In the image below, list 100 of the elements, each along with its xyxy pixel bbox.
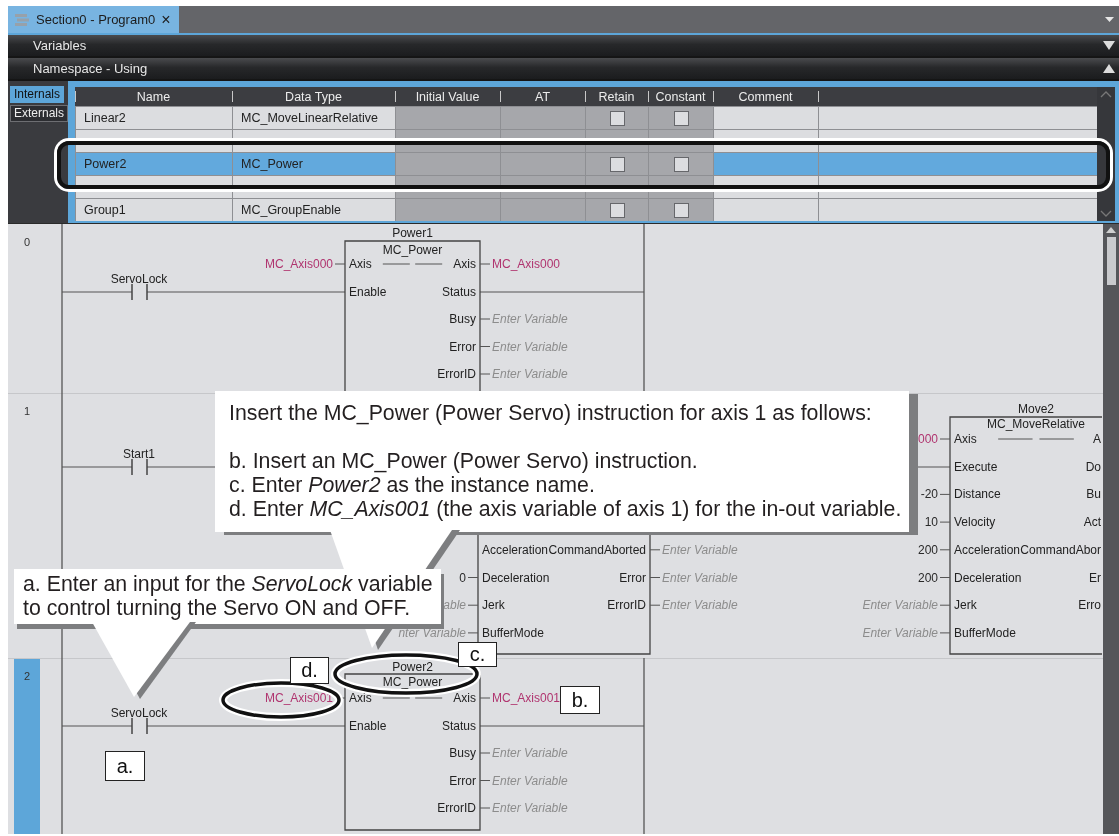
checkbox[interactable] — [609, 110, 625, 126]
pin-label: Execute — [954, 459, 998, 474]
checkbox[interactable] — [609, 202, 625, 218]
pin-value: -20 — [920, 487, 938, 502]
pin-line — [649, 604, 661, 606]
pin-line — [479, 346, 491, 347]
table-row[interactable]: Group1 MC_GroupEnable — [75, 198, 1097, 221]
contact-symbol — [131, 717, 148, 735]
pin-label: Axis — [349, 257, 372, 271]
close-button[interactable]: × — [161, 11, 171, 28]
table-cell: Linear2 — [75, 107, 232, 129]
pin-label: Act — [1083, 515, 1101, 530]
pin-label: BufferMode — [954, 625, 1016, 640]
section-header[interactable]: Variables — [8, 35, 1119, 56]
block-instance-name: Move2 — [1018, 402, 1054, 416]
inout-line — [382, 263, 411, 265]
table-cell: MC_MoveLinearRelative — [232, 107, 395, 129]
pin-line — [649, 577, 661, 578]
pin-label: Erro — [1078, 598, 1101, 613]
table-row[interactable]: Power2 MC_Power — [75, 152, 1097, 175]
block-type-name: MC_MoveRelative — [987, 417, 1085, 431]
pin-label: CommandAborted — [548, 542, 646, 557]
chevron-up-icon[interactable] — [1100, 91, 1112, 98]
pin-line — [479, 373, 491, 375]
pin-line — [479, 780, 491, 781]
pin-label: Busy — [449, 746, 476, 760]
pin-label: Jerk — [482, 598, 505, 613]
pin-label: Distance — [954, 487, 1001, 502]
pin-line — [479, 318, 491, 320]
triangle-up-icon[interactable] — [1103, 64, 1115, 73]
pin-label: Bu — [1086, 487, 1101, 502]
marker-label: a. — [105, 751, 145, 781]
triangle-down-icon[interactable] — [1103, 41, 1115, 50]
pin-line — [939, 577, 951, 578]
pin-label: BufferMode — [482, 625, 544, 640]
inout-line — [997, 438, 1034, 440]
pin-label: Error — [449, 339, 476, 354]
pin-line — [479, 807, 491, 809]
contact-label: ServoLock — [110, 272, 168, 286]
block-instance-name: Power2 — [392, 660, 433, 674]
table-row[interactable]: Linear2 MC_MoveLinearRelative — [75, 106, 1097, 129]
wire — [61, 291, 133, 293]
checkbox[interactable] — [673, 202, 689, 218]
document-stack-icon — [14, 13, 30, 26]
pin-value: MC_Axis001 — [492, 691, 561, 705]
table-cell: Group1 — [75, 199, 232, 221]
pin-value: MC_Axis000 — [264, 257, 333, 271]
pin-label: Axis — [453, 691, 476, 705]
callout-text: a. Enter an input for the ServoLock variable to control turning the Servo ON and OFF. — [23, 572, 434, 620]
pin-label: Busy — [449, 312, 476, 326]
inout-line — [382, 697, 411, 699]
callout-text: d. Enter MC_Axis001 (the axis variable of axis 1) for the in-out variable. — [229, 497, 902, 521]
document-tab[interactable]: Section0 - Program0 × — [8, 6, 179, 33]
pin-label: ErrorID — [437, 367, 476, 381]
chevron-down-icon[interactable] — [1100, 210, 1112, 217]
pin-line — [939, 549, 951, 551]
pin-label: Error — [619, 570, 646, 585]
pin-label: Axis — [954, 432, 977, 446]
dropdown-icon[interactable] — [1105, 17, 1114, 22]
vertical-scrollbar[interactable] — [1103, 224, 1119, 834]
pin-line — [939, 604, 951, 606]
pin-label: Acceleration — [482, 542, 549, 557]
inout-line — [1038, 438, 1075, 440]
section-header[interactable]: Namespace - Using — [8, 58, 1119, 79]
pin-line — [467, 577, 479, 578]
pin-line — [467, 604, 479, 606]
inout-line — [414, 697, 443, 699]
pin-value: 0 — [459, 570, 466, 585]
checkbox[interactable] — [673, 110, 689, 126]
pin-line — [479, 263, 491, 265]
side-tab[interactable]: Externals — [10, 105, 69, 122]
pin-label: Jerk — [954, 598, 977, 613]
contact-label: ServoLock — [110, 706, 168, 720]
chevron-up-icon[interactable] — [1106, 227, 1116, 233]
marker-label: b. — [560, 686, 600, 714]
pin-line — [334, 263, 346, 265]
block-type-name: MC_Power — [382, 243, 443, 257]
pin-value: 200 — [917, 542, 938, 557]
pin-label: Status — [441, 718, 476, 733]
block-instance-name: Power1 — [392, 226, 433, 240]
pin-value: MC_Axis001 — [264, 691, 333, 705]
block-type-name: MC_Power — [382, 675, 443, 689]
contact-symbol — [131, 283, 148, 301]
contact-label: Start1 — [123, 447, 155, 461]
checkbox[interactable] — [673, 156, 689, 172]
pin-label: Do — [1085, 459, 1101, 474]
wire — [61, 725, 133, 727]
pin-label: CommandAbor — [1020, 542, 1101, 557]
scrollbar-thumb[interactable] — [1106, 237, 1116, 285]
contact-symbol — [131, 458, 148, 476]
pin-label: A — [1093, 432, 1101, 446]
pin-label: Enable — [349, 284, 387, 299]
pin-line — [939, 521, 951, 523]
pin-line — [939, 438, 951, 440]
side-tab[interactable]: Internals — [10, 86, 65, 103]
pin-line — [649, 549, 661, 551]
callout-text: b. Insert an MC_Power (Power Servo) instruction. — [229, 449, 698, 473]
callout-text: Insert the MC_Power (Power Servo) instruction for axis 1 as follows: — [229, 401, 872, 425]
checkbox[interactable] — [609, 156, 625, 172]
table-cell: MC_Power — [232, 153, 395, 175]
